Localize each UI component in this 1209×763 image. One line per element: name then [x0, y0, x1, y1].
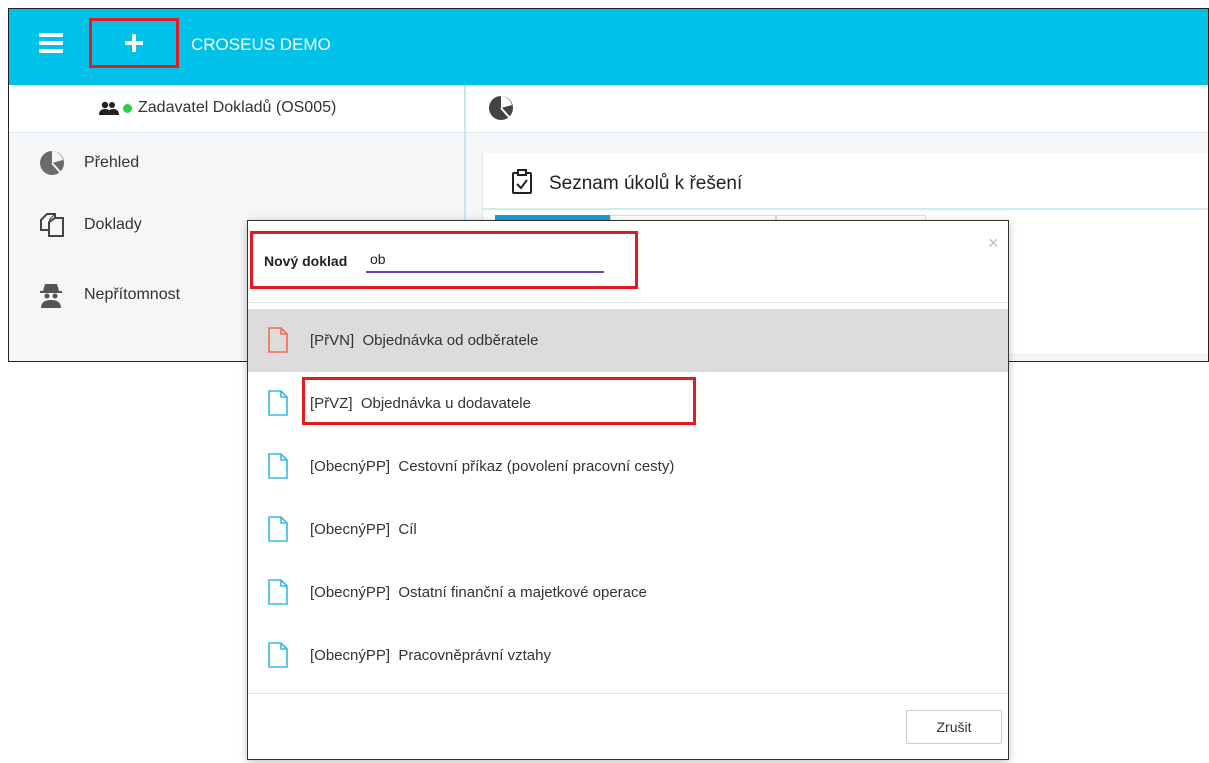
- document-type-search-input[interactable]: [366, 247, 604, 273]
- document-type-item[interactable]: [ObecnýPP] Cestovní příkaz (povolení pra…: [248, 435, 1008, 498]
- document-icon: [268, 579, 288, 605]
- document-icon: [268, 453, 288, 479]
- plus-icon: [125, 34, 143, 52]
- divider: [483, 208, 1208, 210]
- document-icon: [268, 516, 288, 542]
- hamburger-menu-icon[interactable]: [39, 33, 63, 55]
- online-status-dot: [123, 103, 132, 113]
- document-type-name: Objednávka od odběratele: [362, 332, 539, 349]
- document-type-code: [ObecnýPP]: [310, 521, 399, 538]
- document-type-label: [ObecnýPP] Pracovněprávní vztahy: [310, 647, 551, 664]
- top-bar: CROSEUS DEMO: [9, 9, 1208, 85]
- document-type-item[interactable]: [ObecnýPP] Cíl: [248, 498, 1008, 561]
- document-type-code: [ObecnýPP]: [310, 584, 399, 601]
- documents-icon: [40, 213, 64, 237]
- panel-title: Seznam úkolů k řešení: [549, 173, 743, 194]
- user-name: Zadavatel Dokladů (OS005): [138, 99, 337, 116]
- document-type-label: [ObecnýPP] Cíl: [310, 521, 417, 538]
- sidebar-item-label: Doklady: [84, 216, 142, 233]
- sidebar-item-label: Přehled: [84, 154, 140, 171]
- new-document-label: Nový doklad: [264, 253, 348, 269]
- document-icon: [268, 642, 288, 668]
- new-document-button[interactable]: [89, 18, 179, 68]
- users-icon: [99, 101, 119, 115]
- sidebar-item-label: Nepřítomnost: [84, 286, 181, 303]
- document-type-name: Pracovněprávní vztahy: [398, 647, 551, 664]
- document-type-list: [PřVN] Objednávka od odběratele [PřVZ] Ob…: [248, 309, 1008, 687]
- document-type-item[interactable]: [ObecnýPP] Pracovněprávní vztahy: [248, 624, 1008, 687]
- dialog-footer: Zrušit: [248, 693, 1008, 763]
- document-type-code: [PřVN]: [310, 332, 363, 349]
- document-type-name: Cestovní příkaz (povolení pracovní cesty…: [398, 458, 675, 475]
- document-type-item[interactable]: [ObecnýPP] Ostatní finanční a majetkové …: [248, 561, 1008, 624]
- document-type-label: [ObecnýPP] Cestovní příkaz (povolení pra…: [310, 458, 674, 475]
- document-type-code: [ObecnýPP]: [310, 458, 399, 475]
- dialog-header: Nový doklad ×: [248, 221, 1008, 303]
- spy-icon: [40, 284, 62, 308]
- user-bar: Zadavatel Dokladů (OS005): [9, 85, 464, 133]
- cancel-button[interactable]: Zrušit: [906, 710, 1002, 744]
- content-header: [466, 85, 1208, 133]
- document-type-item[interactable]: [PřVN] Objednávka od odběratele: [248, 309, 1008, 372]
- sidebar-item-prehled[interactable]: Přehled: [9, 133, 464, 193]
- document-type-label: [ObecnýPP] Ostatní finanční a majetkové …: [310, 584, 647, 601]
- document-icon: [268, 327, 288, 353]
- pie-chart-icon[interactable]: [488, 95, 514, 121]
- new-document-dialog: Nový doklad × [PřVN] Objednávka od odběr…: [247, 220, 1009, 760]
- document-type-name: Cíl: [398, 521, 417, 538]
- highlight-box: [302, 377, 696, 425]
- app-title: CROSEUS DEMO: [191, 35, 331, 54]
- document-type-label: [PřVN] Objednávka od odběratele: [310, 332, 538, 349]
- close-icon[interactable]: ×: [988, 233, 999, 254]
- clipboard-check-icon: [512, 169, 532, 194]
- pie-chart-icon: [40, 151, 64, 175]
- document-type-name: Ostatní finanční a majetkové operace: [398, 584, 647, 601]
- current-user[interactable]: Zadavatel Dokladů (OS005): [99, 99, 336, 117]
- document-icon: [268, 390, 288, 416]
- document-type-code: [ObecnýPP]: [310, 647, 399, 664]
